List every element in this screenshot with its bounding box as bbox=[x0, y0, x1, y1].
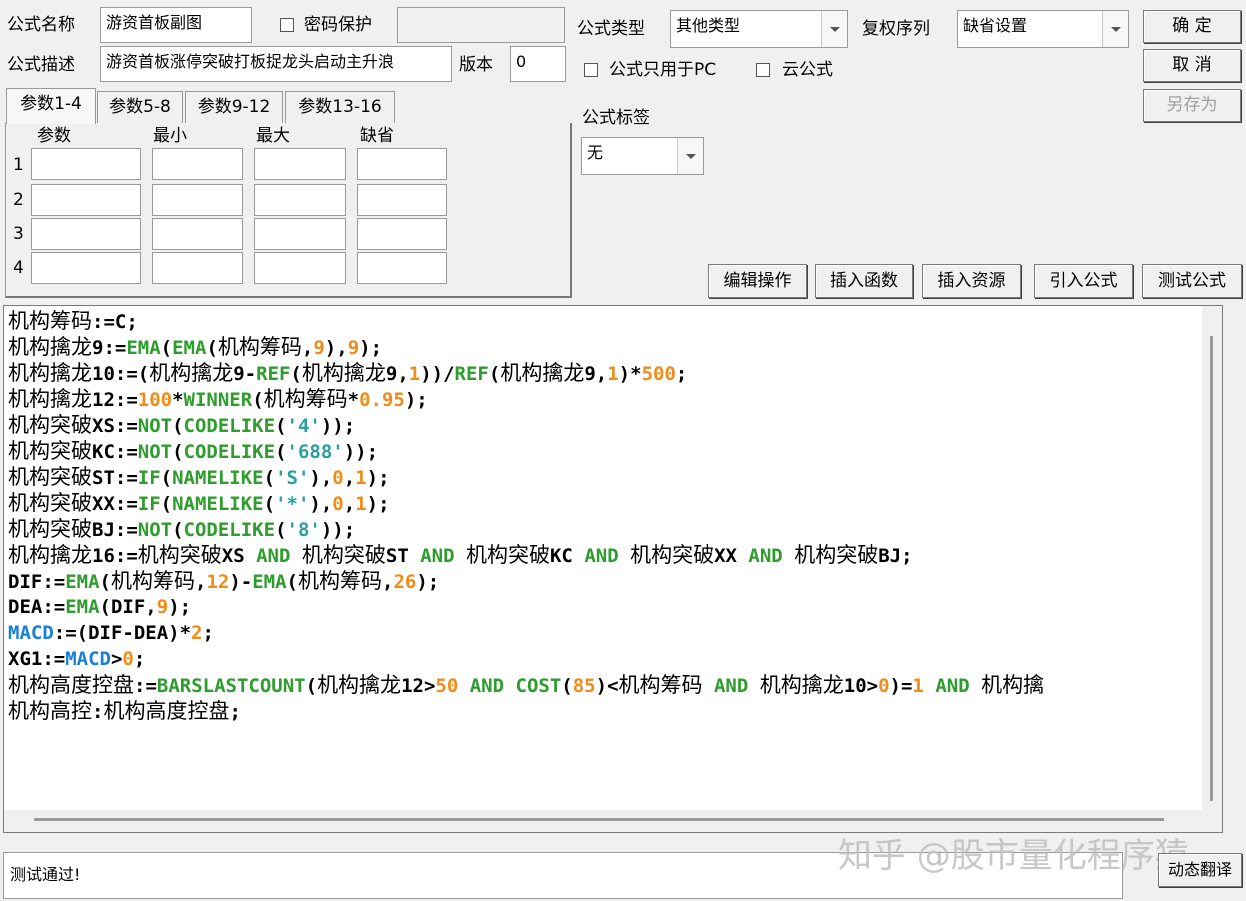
formula-name-input[interactable]: 游资首板副图 bbox=[100, 7, 252, 43]
dynamic-translate-button[interactable]: 动态翻译 bbox=[1158, 853, 1242, 887]
code-line: 机构突破XX:=IF(NAMELIKE('*'),0,1); bbox=[8, 491, 390, 515]
cloud-checkbox[interactable] bbox=[756, 63, 770, 77]
param-header-name: 参数 bbox=[37, 126, 71, 146]
formula-desc-input[interactable]: 游资首板涨停突破打板捉龙头启动主升浪 bbox=[100, 46, 452, 82]
param-row-number: 1 bbox=[13, 155, 24, 175]
param-2-default-input[interactable] bbox=[357, 184, 447, 216]
code-line: XG1:=MACD>0; bbox=[8, 648, 146, 670]
edit-ops-button[interactable]: 编辑操作 bbox=[708, 264, 807, 298]
code-line: 机构突破KC:=NOT(CODELIKE('688')); bbox=[8, 439, 379, 463]
formula-type-label: 公式类型 bbox=[577, 19, 645, 39]
code-line: 机构突破XS:=NOT(CODELIKE('4')); bbox=[8, 413, 356, 437]
code-line: DEA:=EMA(DIF,9); bbox=[8, 596, 192, 618]
tab-params-13-16[interactable]: 参数13-16 bbox=[285, 91, 395, 123]
formula-tag-value: 无 bbox=[587, 143, 604, 162]
code-line: 机构高控:机构高度控盘; bbox=[8, 699, 241, 723]
formula-tag-label: 公式标签 bbox=[582, 108, 650, 128]
insert-resource-button[interactable]: 插入资源 bbox=[922, 264, 1021, 298]
vertical-scrollbar[interactable] bbox=[1202, 306, 1222, 832]
rights-select[interactable]: 缺省设置 bbox=[957, 10, 1129, 48]
param-row-number: 3 bbox=[13, 224, 24, 244]
param-2-max-input[interactable] bbox=[254, 184, 346, 216]
password-checkbox[interactable] bbox=[280, 18, 294, 32]
param-4-name-input[interactable] bbox=[31, 252, 141, 284]
version-input[interactable]: 0 bbox=[510, 46, 566, 82]
code-line: 机构擒龙16:=机构突破XS AND 机构突破ST AND 机构突破KC AND… bbox=[8, 543, 913, 567]
code-line: 机构突破ST:=IF(NAMELIKE('S'),0,1); bbox=[8, 465, 390, 489]
import-formula-button[interactable]: 引入公式 bbox=[1034, 264, 1133, 298]
param-4-min-input[interactable] bbox=[152, 252, 243, 284]
param-1-name-input[interactable] bbox=[31, 148, 141, 180]
rights-label: 复权序列 bbox=[862, 19, 930, 39]
tab-params-9-12[interactable]: 参数9-12 bbox=[185, 91, 283, 123]
code-line: 机构高度控盘:=BARSLASTCOUNT(机构擒龙12>50 AND COST… bbox=[8, 673, 1045, 697]
param-header-min: 最小 bbox=[153, 126, 187, 146]
tab-params-1-4[interactable]: 参数1-4 bbox=[6, 88, 96, 124]
code-line: DIF:=EMA(机构筹码,12)-EMA(机构筹码,26); bbox=[8, 569, 440, 593]
param-3-min-input[interactable] bbox=[152, 218, 243, 250]
insert-function-button[interactable]: 插入函数 bbox=[815, 264, 913, 298]
param-row-number: 4 bbox=[13, 258, 24, 278]
code-line: 机构筹码:=C; bbox=[8, 309, 138, 333]
param-3-max-input[interactable] bbox=[254, 218, 346, 250]
code-editor[interactable]: 机构筹码:=C; 机构擒龙9:=EMA(EMA(机构筹码,9),9); 机构擒龙10… bbox=[3, 305, 1223, 833]
password-label: 密码保护 bbox=[304, 15, 372, 35]
param-1-max-input[interactable] bbox=[254, 148, 346, 180]
code-line: 机构擒龙9:=EMA(EMA(机构筹码,9),9); bbox=[8, 335, 383, 359]
rights-value: 缺省设置 bbox=[963, 16, 1028, 35]
version-label: 版本 bbox=[459, 55, 493, 75]
pc-only-checkbox[interactable] bbox=[584, 63, 598, 77]
tab-params-5-8[interactable]: 参数5-8 bbox=[97, 91, 183, 123]
password-input[interactable] bbox=[397, 7, 565, 43]
code-line: 机构擒龙10:=(机构擒龙9-REF(机构擒龙9,1))/REF(机构擒龙9,1… bbox=[8, 361, 688, 385]
param-2-min-input[interactable] bbox=[152, 184, 243, 216]
chevron-down-icon[interactable] bbox=[1102, 11, 1128, 47]
param-3-name-input[interactable] bbox=[31, 218, 141, 250]
formula-desc-label: 公式描述 bbox=[7, 55, 75, 75]
param-4-default-input[interactable] bbox=[357, 252, 447, 284]
code-line: 机构突破BJ:=NOT(CODELIKE('8')); bbox=[8, 517, 356, 541]
cloud-label: 云公式 bbox=[782, 60, 833, 80]
formula-tag-select[interactable]: 无 bbox=[581, 137, 704, 175]
param-3-default-input[interactable] bbox=[357, 218, 447, 250]
param-1-min-input[interactable] bbox=[152, 148, 243, 180]
test-formula-button[interactable]: 测试公式 bbox=[1142, 264, 1242, 298]
save-as-button[interactable]: 另存为 bbox=[1143, 89, 1241, 122]
chevron-down-icon[interactable] bbox=[821, 11, 847, 47]
cancel-button[interactable]: 取 消 bbox=[1143, 49, 1241, 82]
ok-button[interactable]: 确 定 bbox=[1143, 10, 1241, 43]
param-header-max: 最大 bbox=[256, 126, 290, 146]
chevron-down-icon[interactable] bbox=[677, 138, 703, 174]
formula-name-label: 公式名称 bbox=[7, 15, 75, 35]
param-header-default: 缺省 bbox=[360, 126, 394, 146]
code-line: MACD:=(DIF-DEA)*2; bbox=[8, 622, 214, 644]
param-4-max-input[interactable] bbox=[254, 252, 346, 284]
param-row-number: 2 bbox=[13, 190, 24, 210]
watermark: 知乎 @股市量化程序猿 bbox=[838, 836, 1189, 876]
formula-type-value: 其他类型 bbox=[676, 16, 741, 35]
param-1-default-input[interactable] bbox=[357, 148, 447, 180]
param-2-name-input[interactable] bbox=[31, 184, 141, 216]
formula-type-select[interactable]: 其他类型 bbox=[670, 10, 848, 48]
pc-only-label: 公式只用于PC bbox=[609, 60, 717, 80]
code-line: 机构擒龙12:=100*WINNER(机构筹码*0.95); bbox=[8, 387, 428, 411]
